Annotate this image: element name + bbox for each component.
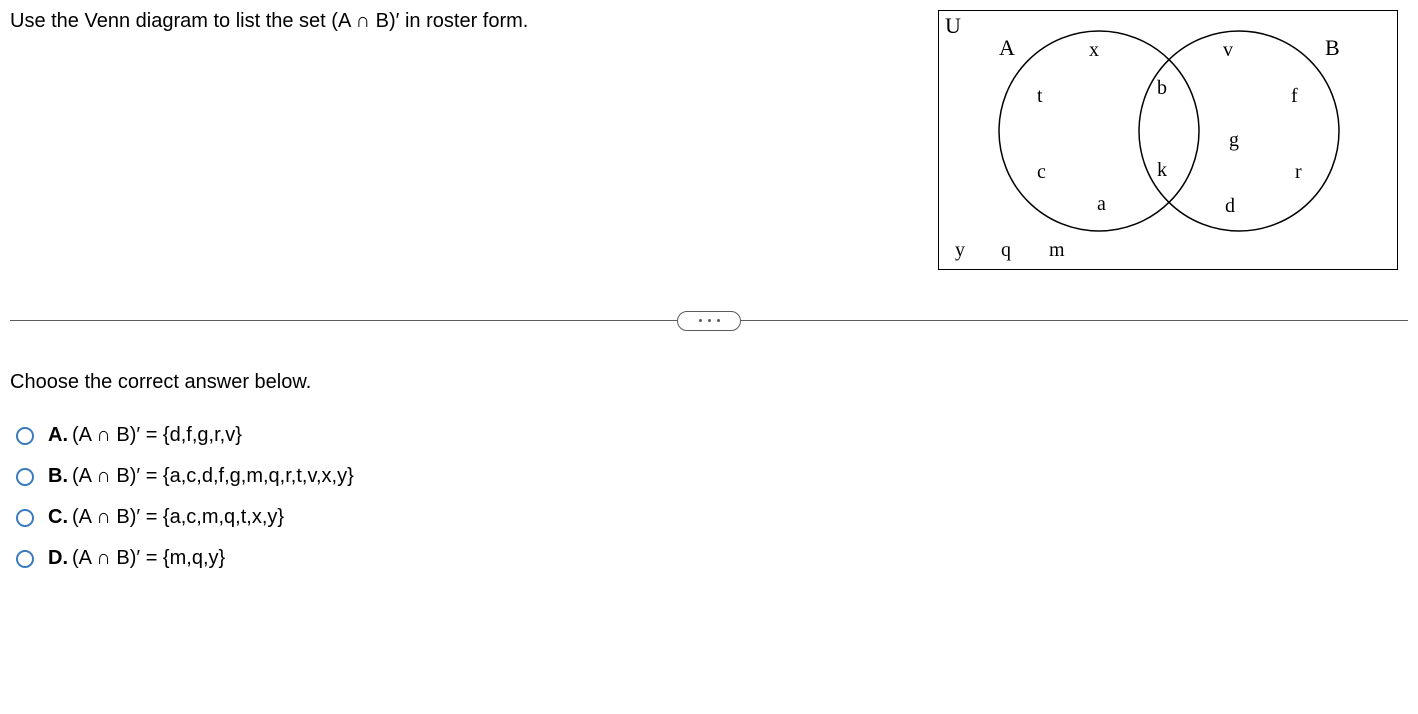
venn-element: g [1229,129,1239,152]
venn-element: k [1157,159,1167,182]
option-b[interactable]: B.(A ∩ B)′ = {a,c,d,f,g,m,q,r,t,v,x,y} [16,465,1408,488]
venn-element: f [1291,85,1298,108]
choose-prompt: Choose the correct answer below. [10,371,1408,394]
venn-element: x [1089,39,1099,62]
option-label: B.(A ∩ B)′ = {a,c,d,f,g,m,q,r,t,v,x,y} [48,465,354,488]
radio-icon[interactable] [16,550,34,568]
set-a-label: A [999,35,1015,61]
radio-icon[interactable] [16,468,34,486]
venn-element: r [1295,161,1302,184]
venn-element: m [1049,239,1065,262]
universe-label: U [945,13,961,39]
venn-element: y [955,239,965,262]
venn-element: v [1223,39,1233,62]
radio-icon[interactable] [16,509,34,527]
venn-diagram: U A B x t c a v f g r d b k y q m [938,10,1398,270]
set-b-label: B [1325,35,1340,61]
options-list: A.(A ∩ B)′ = {d,f,g,r,v} B.(A ∩ B)′ = {a… [10,424,1408,570]
option-label: D.(A ∩ B)′ = {m,q,y} [48,547,225,570]
venn-element: c [1037,161,1046,184]
question-text: Use the Venn diagram to list the set (A … [10,10,938,33]
option-a[interactable]: A.(A ∩ B)′ = {d,f,g,r,v} [16,424,1408,447]
option-label: C.(A ∩ B)′ = {a,c,m,q,t,x,y} [48,506,284,529]
venn-element: q [1001,239,1011,262]
radio-icon[interactable] [16,427,34,445]
venn-element: d [1225,195,1235,218]
section-divider [10,320,1408,321]
expand-button[interactable] [677,311,741,331]
venn-element: b [1157,77,1167,100]
option-c[interactable]: C.(A ∩ B)′ = {a,c,m,q,t,x,y} [16,506,1408,529]
option-d[interactable]: D.(A ∩ B)′ = {m,q,y} [16,547,1408,570]
option-label: A.(A ∩ B)′ = {d,f,g,r,v} [48,424,242,447]
venn-element: a [1097,193,1106,216]
venn-element: t [1037,85,1043,108]
